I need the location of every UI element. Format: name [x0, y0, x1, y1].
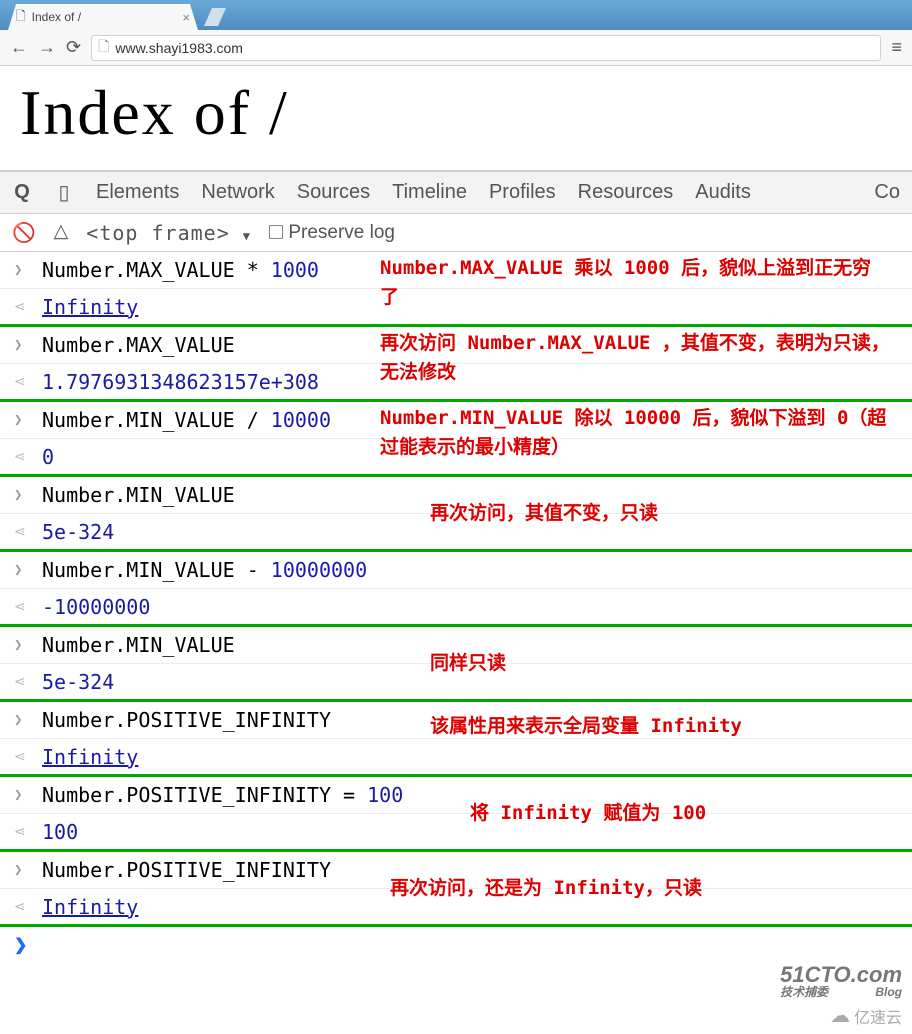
console-entry: Number.POSITIVE_INFINITY Infinity 该属性用来表示全…: [0, 702, 912, 777]
console-output-value: Infinity: [42, 745, 138, 769]
console-output-value: 5e-324: [42, 670, 114, 694]
console-input: Number.POSITIVE_INFINITY = 100: [42, 783, 403, 807]
input-arrow-icon: [14, 262, 42, 278]
forward-icon[interactable]: →: [38, 37, 56, 58]
output-arrow-icon: [14, 899, 42, 915]
console-output-line: Infinity: [0, 738, 912, 774]
input-arrow-icon: [14, 712, 42, 728]
console-output-value: Infinity: [42, 295, 138, 319]
page-icon: 🗋: [16, 7, 26, 28]
output-arrow-icon: [14, 449, 42, 465]
menu-icon[interactable]: ≡: [891, 37, 902, 58]
console-input: Number.MIN_VALUE - 10000000: [42, 558, 367, 582]
output-arrow-icon: [14, 599, 42, 615]
page-content: Index of /: [0, 66, 912, 150]
console-output: Number.MAX_VALUE * 1000 Infinity Number.MA…: [0, 252, 912, 927]
console-output-value: 5e-324: [42, 520, 114, 544]
checkbox-icon[interactable]: [269, 225, 283, 239]
console-input: Number.POSITIVE_INFINITY: [42, 858, 331, 882]
device-icon[interactable]: ▯: [54, 180, 74, 205]
annotation: 该属性用来表示全局变量 Infinity: [430, 712, 742, 741]
annotation: Number.MIN_VALUE 除以 10000 后，貌似下溢到 0（超过能表…: [380, 404, 900, 461]
page-title: Index of /: [20, 76, 892, 150]
annotation: 再次访问，其值不变，只读: [430, 499, 658, 528]
console-input: Number.MAX_VALUE * 1000: [42, 258, 319, 282]
tab-sources[interactable]: Sources: [297, 181, 370, 204]
console-input-line: Number.MIN_VALUE - 10000000: [0, 552, 912, 588]
filter-icon[interactable]: ▽: [54, 221, 69, 244]
watermark-51cto: 51CTO.com 技术捕委Blog: [780, 964, 902, 998]
cloud-icon: ☁: [830, 1003, 850, 1028]
console-output-value: Infinity: [42, 895, 138, 919]
input-arrow-icon: [14, 337, 42, 353]
input-arrow-icon: [14, 412, 42, 428]
input-arrow-icon: [14, 787, 42, 803]
tab-resources[interactable]: Resources: [578, 181, 674, 204]
search-icon[interactable]: Q: [12, 181, 32, 204]
address-bar[interactable]: 🗋 www.shayi1983.com: [91, 35, 881, 61]
output-arrow-icon: [14, 524, 42, 540]
console-output-value: 1.7976931348623157e+308: [42, 370, 319, 394]
preserve-log-toggle[interactable]: Preserve log: [269, 222, 395, 244]
browser-tab-strip: 🗋 Index of / ×: [0, 0, 912, 30]
console-input: Number.MIN_VALUE / 10000: [42, 408, 331, 432]
console-output-value: 100: [42, 820, 78, 844]
reload-icon[interactable]: ⟳: [66, 37, 81, 58]
annotation: 再次访问 Number.MAX_VALUE ，其值不变，表明为只读，无法修改: [380, 329, 900, 386]
input-arrow-icon: [14, 862, 42, 878]
console-entry: Number.POSITIVE_INFINITY = 100 100 将 Infin…: [0, 777, 912, 852]
console-output-line: 100: [0, 813, 912, 849]
devtools-panel: Q ▯ Elements Network Sources Timeline Pr…: [0, 170, 912, 963]
output-arrow-icon: [14, 374, 42, 390]
output-arrow-icon: [14, 674, 42, 690]
back-icon[interactable]: ←: [10, 37, 28, 58]
file-icon: 🗋: [98, 36, 109, 60]
console-output-value: -10000000: [42, 595, 150, 619]
tab-audits[interactable]: Audits: [695, 181, 751, 204]
output-arrow-icon: [14, 749, 42, 765]
console-entry: Number.MAX_VALUE * 1000 Infinity Number.MA…: [0, 252, 912, 327]
close-tab-icon[interactable]: ×: [182, 10, 190, 25]
console-entry: Number.POSITIVE_INFINITY Infinity 再次访问，还是为…: [0, 852, 912, 927]
console-input-line: Number.POSITIVE_INFINITY = 100: [0, 777, 912, 813]
console-entry: Number.MIN_VALUE 5e-324 再次访问，其值不变，只读: [0, 477, 912, 552]
console-output-line: -10000000: [0, 588, 912, 624]
tab-profiles[interactable]: Profiles: [489, 181, 556, 204]
input-arrow-icon: [14, 637, 42, 653]
console-entry: Number.MIN_VALUE 5e-324 同样只读: [0, 627, 912, 702]
annotation: 再次访问，还是为 Infinity，只读: [390, 874, 702, 903]
console-input: Number.MIN_VALUE: [42, 483, 235, 507]
annotation: 同样只读: [430, 649, 506, 678]
console-entry: Number.MAX_VALUE 1.7976931348623157e+308 再…: [0, 327, 912, 402]
input-arrow-icon: [14, 487, 42, 503]
console-output-value: 0: [42, 445, 54, 469]
watermark-yisuyun: ☁ 亿速云: [830, 1003, 902, 1028]
tab-title: Index of /: [32, 10, 81, 24]
console-prompt[interactable]: [0, 927, 912, 963]
tab-console[interactable]: Co: [874, 181, 900, 204]
devtools-subbar: 🚫 ▽ <top frame> ▼ Preserve log: [0, 214, 912, 252]
tab-timeline[interactable]: Timeline: [392, 181, 467, 204]
browser-tab[interactable]: 🗋 Index of / ×: [8, 4, 198, 30]
output-arrow-icon: [14, 824, 42, 840]
output-arrow-icon: [14, 299, 42, 315]
frame-selector[interactable]: <top frame> ▼: [86, 221, 251, 245]
annotation: 将 Infinity 赋值为 100: [470, 799, 706, 828]
clear-icon[interactable]: 🚫: [12, 221, 36, 245]
devtools-tabs: Q ▯ Elements Network Sources Timeline Pr…: [0, 172, 912, 214]
browser-nav-bar: ← → ⟳ 🗋 www.shayi1983.com ≡: [0, 30, 912, 66]
input-arrow-icon: [14, 562, 42, 578]
tab-network[interactable]: Network: [201, 181, 274, 204]
console-input: Number.MIN_VALUE: [42, 633, 235, 657]
tab-elements[interactable]: Elements: [96, 181, 179, 204]
console-input: Number.POSITIVE_INFINITY: [42, 708, 331, 732]
annotation: Number.MAX_VALUE 乘以 1000 后，貌似上溢到正无穷了: [380, 254, 890, 311]
console-entry: Number.MIN_VALUE - 10000000 -10000000: [0, 552, 912, 627]
console-entry: Number.MIN_VALUE / 10000 0 Number.MIN_VALU…: [0, 402, 912, 477]
console-input: Number.MAX_VALUE: [42, 333, 235, 357]
url-text: www.shayi1983.com: [115, 40, 243, 56]
new-tab-button[interactable]: [204, 8, 226, 26]
